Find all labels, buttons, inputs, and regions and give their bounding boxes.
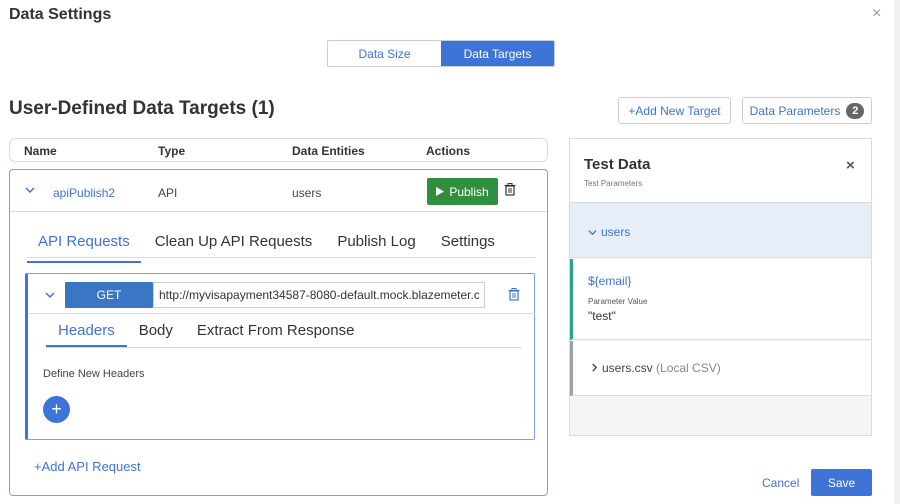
play-icon: [436, 187, 445, 196]
target-name[interactable]: apiPublish2: [53, 186, 115, 200]
test-data-title: Test Data: [584, 156, 651, 173]
csv-name: users.csv: [602, 361, 653, 375]
users-entity-row[interactable]: users: [570, 203, 871, 258]
csv-entity-row[interactable]: users.csv (Local CSV): [570, 341, 871, 396]
add-header-button[interactable]: +: [43, 396, 70, 423]
close-icon[interactable]: ×: [846, 157, 855, 174]
target-card: apiPublish2 API users Publish API Reques…: [9, 169, 548, 496]
parameter-value: "test": [588, 309, 616, 323]
csv-entity: users.csv (Local CSV): [591, 361, 721, 375]
parameter-item[interactable]: ${email} Parameter Value "test": [570, 259, 871, 340]
http-method-select[interactable]: GET: [65, 282, 153, 308]
test-data-header: Test Data Test Parameters ×: [570, 139, 871, 203]
data-parameters-count-badge: 2: [846, 102, 865, 119]
tab-api-requests[interactable]: API Requests: [27, 233, 141, 263]
scrollbar[interactable]: [894, 0, 900, 504]
test-data-subtitle: Test Parameters: [584, 179, 643, 188]
test-data-panel: Test Data Test Parameters × users ${emai…: [569, 138, 872, 436]
api-request-header: GET: [28, 274, 535, 314]
users-entity: users: [588, 225, 630, 239]
define-headers-label: Define New Headers: [43, 368, 145, 380]
table-row[interactable]: apiPublish2 API users Publish: [10, 170, 547, 212]
target-type: API: [158, 186, 178, 200]
request-subtabs: Headers Body Extract From Response: [46, 322, 366, 347]
trash-icon[interactable]: [508, 288, 520, 301]
data-parameters-button[interactable]: Data Parameters 2: [742, 97, 872, 124]
publish-button[interactable]: Publish: [427, 178, 498, 205]
column-header-name: Name: [24, 144, 57, 158]
close-icon[interactable]: ×: [872, 5, 881, 23]
subtabs-divider: [46, 347, 522, 348]
column-header-actions: Actions: [426, 144, 471, 158]
view-toggle: Data Size Data Targets: [327, 40, 555, 67]
parameter-name: ${email}: [588, 274, 632, 288]
tab-extract-from-response[interactable]: Extract From Response: [185, 322, 367, 347]
targets-table-header: Name Type Data Entities Actions: [9, 138, 548, 162]
target-tabs: API Requests Clean Up API Requests Publi…: [27, 233, 509, 263]
api-request-card: GET Headers Body Extract From Response D…: [25, 273, 535, 440]
column-header-type: Type: [158, 144, 186, 158]
tab-settings[interactable]: Settings: [430, 233, 506, 263]
cancel-button[interactable]: Cancel: [762, 476, 799, 490]
column-header-data-entities: Data Entities: [292, 144, 365, 158]
users-entity-label: users: [601, 225, 631, 239]
section-title: User-Defined Data Targets (1): [9, 98, 275, 119]
save-button[interactable]: Save: [811, 469, 872, 496]
publish-label: Publish: [449, 184, 489, 199]
tab-clean-up-api-requests[interactable]: Clean Up API Requests: [144, 233, 324, 263]
trash-icon[interactable]: [504, 183, 516, 196]
chevron-down-icon[interactable]: [45, 291, 55, 299]
modal-title: Data Settings: [9, 6, 112, 23]
add-new-target-button[interactable]: +Add New Target: [618, 97, 731, 124]
target-entities: users: [292, 186, 322, 200]
tabs-divider: [27, 257, 535, 258]
request-url-input[interactable]: [153, 282, 485, 308]
add-api-request-link[interactable]: +Add API Request: [34, 459, 141, 474]
data-parameters-label: Data Parameters: [749, 103, 841, 118]
tab-headers[interactable]: Headers: [46, 322, 127, 347]
data-size-tab[interactable]: Data Size: [328, 41, 441, 66]
chevron-down-icon[interactable]: [25, 186, 35, 194]
data-targets-tab[interactable]: Data Targets: [441, 41, 554, 66]
chevron-down-icon: [588, 230, 597, 236]
tab-body[interactable]: Body: [127, 322, 185, 347]
parameter-value-label: Parameter Value: [588, 297, 648, 306]
tab-publish-log[interactable]: Publish Log: [326, 233, 426, 263]
csv-type: (Local CSV): [656, 361, 721, 375]
chevron-right-icon: [592, 363, 598, 372]
